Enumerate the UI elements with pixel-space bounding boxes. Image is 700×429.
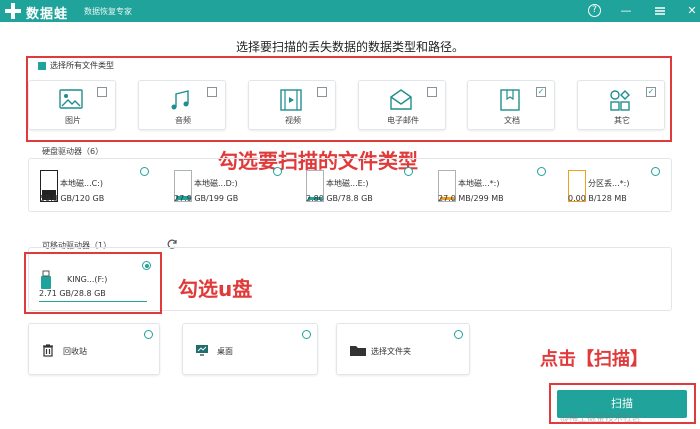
drive-item[interactable]: 本地磁...C:) 59.8 GB/120 GB (30, 168, 135, 208)
usb-highlight (24, 252, 162, 314)
drive-name: 本地磁...E:) (326, 179, 369, 188)
location-desktop[interactable]: 桌面 (182, 323, 318, 375)
file-types-highlight (26, 56, 672, 142)
location-radio[interactable] (302, 330, 311, 339)
location-label: 桌面 (217, 347, 233, 356)
title-bar: 数据蛙 数据恢复专家 ? — ✕ (0, 0, 700, 22)
location-radio[interactable] (144, 330, 153, 339)
location-radio[interactable] (454, 330, 463, 339)
hard-drives-title: 硬盘驱动器（6） (42, 147, 104, 156)
drive-name: 本地磁...D:) (194, 179, 238, 188)
location-label: 选择文件夹 (371, 347, 411, 356)
drive-size: 2.80 GB/78.8 GB (306, 194, 373, 203)
close-icon[interactable]: ✕ (684, 3, 700, 19)
drive-radio[interactable] (140, 167, 149, 176)
drive-item[interactable]: 本地磁...*:) 27.0 MB/299 MB (428, 168, 533, 208)
page-heading: 选择要扫描的丢失数据的数据类型和路径。 (235, 40, 464, 54)
drive-radio[interactable] (537, 167, 546, 176)
desktop-icon (196, 345, 208, 356)
hamburger-menu-icon[interactable] (652, 3, 668, 19)
drive-radio[interactable] (273, 167, 282, 176)
drive-name: 分区丢...*:) (588, 179, 630, 188)
help-icon[interactable]: ? (588, 4, 601, 17)
location-recycle-bin[interactable]: 回收站 (28, 323, 160, 375)
drive-radio[interactable] (404, 167, 413, 176)
location-choose-folder[interactable]: 选择文件夹 (336, 323, 470, 375)
location-label: 回收站 (63, 347, 87, 356)
app-name: 数据蛙 (26, 7, 69, 22)
drive-size: 27.9 GB/199 GB (174, 194, 239, 203)
drive-name: 本地磁...*:) (458, 179, 500, 188)
drive-size: 27.0 MB/299 MB (438, 194, 504, 203)
watermark: @稀土掘金技术社区 (560, 414, 642, 424)
drive-size: 59.8 GB/120 GB (40, 194, 105, 203)
recycle-bin-icon (43, 344, 53, 357)
drive-item[interactable]: 本地磁...D:) 27.9 GB/199 GB (164, 168, 269, 208)
drive-item[interactable]: 本地磁...E:) 2.80 GB/78.8 GB (296, 168, 401, 208)
app-logo (5, 3, 21, 19)
drive-size: 0.00 B/128 MB (568, 194, 627, 203)
drive-radio[interactable] (651, 167, 660, 176)
drive-name: 本地磁...C:) (60, 179, 104, 188)
minimize-icon[interactable]: — (618, 3, 634, 19)
scan-annotation: 点击【扫描】 (540, 349, 648, 370)
drive-item[interactable]: 分区丢...*:) 0.00 B/128 MB (558, 168, 663, 208)
usb-annotation: 勾选u盘 (178, 277, 253, 301)
app-slogan: 数据恢复专家 (84, 7, 132, 16)
folder-icon (350, 346, 366, 356)
